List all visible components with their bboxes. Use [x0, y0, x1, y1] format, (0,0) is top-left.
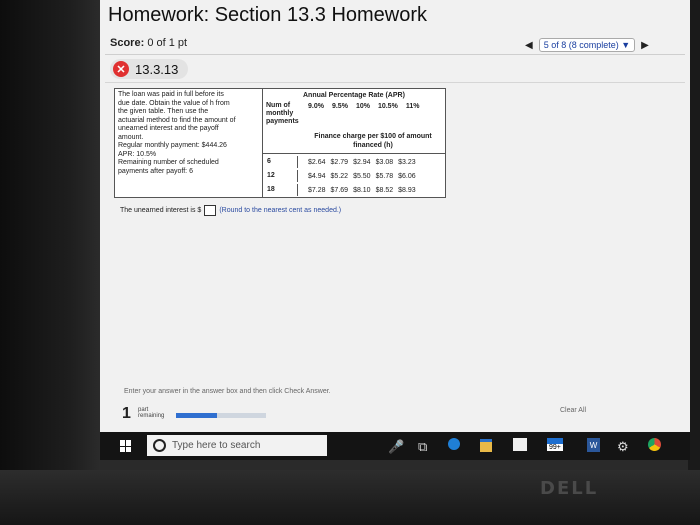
score-display: Score: 0 of 1 pt — [110, 37, 187, 49]
incorrect-x-icon: ✕ — [113, 61, 129, 77]
edge-browser-icon[interactable] — [448, 438, 460, 450]
settings-gear-icon[interactable]: ⚙ — [617, 439, 629, 455]
table-cell: $2.79 — [330, 158, 349, 166]
score-label: Score: — [110, 37, 145, 49]
table-cell: $8.52 — [375, 186, 394, 194]
table-row: 6 $2.64 $2.79 $2.94 $3.08 $3.23 — [263, 156, 446, 168]
payments-count: 12 — [263, 170, 298, 182]
table-cell: $4.94 — [308, 172, 326, 180]
table-body: 6 $2.64 $2.79 $2.94 $3.08 $3.23 12 $4.94… — [263, 153, 446, 198]
table-cell: $6.06 — [398, 172, 416, 180]
next-question-icon[interactable]: ▶ — [641, 40, 649, 51]
page-title: Homework: Section 13.3 Homework — [108, 4, 428, 26]
header-divider — [105, 54, 685, 55]
problem-line: the given table. Then use the — [118, 108, 209, 115]
task-view-icon[interactable]: ⧉ — [418, 439, 427, 455]
table-cell: $3.08 — [375, 158, 394, 166]
mail-unread-badge: 99+ — [547, 444, 563, 451]
windows-taskbar: Type here to search 🎤 ⧉ 99+ W ⚙ — [100, 432, 690, 460]
clear-all-button[interactable]: Clear All — [560, 407, 586, 414]
table-row: 12 $4.94 $5.22 $5.50 $5.78 $6.06 — [263, 170, 446, 182]
problem-line: due date. Obtain the value of h from — [118, 99, 230, 107]
table-cell: $8.10 — [353, 186, 371, 194]
question-header: ✕ 13.3.13 — [110, 59, 189, 79]
finance-charge-header: Finance charge per $100 of amount financ… — [303, 133, 443, 150]
unearned-interest-input[interactable] — [204, 205, 217, 216]
apr-rate: 9.0% — [308, 103, 324, 110]
microphone-icon[interactable]: 🎤 — [388, 439, 404, 455]
homework-window: Homework: Section 13.3 Homework Score: 0… — [100, 0, 690, 432]
apr-rate-headers: 9.0% 9.5% 10% 10.5% 11% — [308, 103, 419, 110]
taskbar-search-placeholder: Type here to search — [172, 440, 261, 451]
payments-count: 18 — [263, 184, 298, 196]
answer-line: The unearned interest is $ (Round to the… — [120, 205, 341, 216]
finance-charge-header-line: Finance charge per $100 of amount — [314, 133, 432, 140]
parts-remaining-count: 1 — [122, 405, 131, 422]
table-cell: $7.28 — [308, 186, 326, 194]
table-cell: $5.22 — [330, 172, 349, 180]
problem-statement: The loan was paid in full before its due… — [118, 91, 261, 176]
problem-line: Remaining number of scheduled — [118, 159, 219, 166]
windows-start-icon[interactable] — [120, 440, 132, 452]
problem-line: The loan was paid in full before its — [118, 91, 224, 98]
table-cell: $3.23 — [398, 158, 416, 166]
table-cell: $5.50 — [353, 172, 371, 180]
word-app-icon[interactable]: W — [587, 438, 600, 452]
problem-line: payments after payoff: 6 — [118, 167, 193, 175]
problem-line: unearned interest and the payoff — [118, 125, 219, 132]
taskbar-search-box[interactable]: Type here to search — [147, 435, 327, 456]
table-cell: $8.93 — [398, 186, 416, 194]
table-cell: $2.94 — [353, 158, 371, 166]
table-row: 18 $7.28 $7.69 $8.10 $8.52 $8.93 — [263, 184, 446, 196]
question-navigator: ◀ 5 of 8 (8 complete) ▼ ▶ — [525, 38, 649, 52]
apr-rate: 10.5% — [377, 103, 398, 110]
answer-prefix: The unearned interest is $ — [120, 207, 202, 214]
table-cell: $7.69 — [330, 186, 349, 194]
search-icon — [153, 439, 166, 452]
answer-instructions: Enter your answer in the answer box and … — [124, 388, 331, 395]
problem-panel: The loan was paid in full before its due… — [114, 88, 446, 198]
apr-rate: 10% — [355, 103, 370, 110]
monitor-bezel-left — [0, 0, 100, 525]
parts-remaining-label: part remaining — [138, 407, 164, 419]
table-cell: $2.64 — [308, 158, 326, 166]
parts-remaining-label-line: remaining — [138, 413, 165, 419]
num-payments-header-line: monthly — [266, 110, 294, 117]
monitor-brand-logo: DELL — [540, 478, 599, 499]
problem-line: Regular monthly payment: $444.26 — [118, 142, 227, 149]
question-progress-dropdown[interactable]: 5 of 8 (8 complete) ▼ — [538, 38, 636, 52]
question-divider — [105, 82, 685, 83]
finance-charge-header-line: financed (h) — [353, 141, 393, 149]
problem-line: APR: 10.5% — [118, 150, 157, 158]
parts-progress-bar — [176, 413, 217, 418]
question-number: 13.3.13 — [135, 61, 179, 77]
question-progress-text: 5 of 8 (8 complete) — [543, 40, 619, 50]
num-payments-header-line: Num of — [266, 102, 291, 109]
table-cell: $5.78 — [375, 172, 394, 180]
num-payments-header-line: payments — [266, 118, 299, 125]
file-explorer-icon[interactable] — [480, 439, 492, 452]
score-value: 0 of 1 pt — [147, 37, 188, 49]
parts-progress-track — [217, 413, 266, 418]
apr-header: Annual Percentage Rate (APR) — [303, 92, 405, 99]
finance-charge-table: Annual Percentage Rate (APR) Num of mont… — [262, 89, 446, 197]
store-icon[interactable] — [513, 438, 527, 451]
problem-line: amount. — [118, 133, 144, 141]
num-payments-header: Num of monthly payments — [266, 102, 299, 126]
chrome-browser-icon[interactable] — [648, 438, 661, 451]
apr-rate: 11% — [405, 103, 420, 110]
rounding-hint: (Round to the nearest cent as needed.) — [219, 207, 342, 214]
previous-question-icon[interactable]: ◀ — [525, 40, 533, 51]
problem-line: actuarial method to find the amount of — [118, 116, 236, 124]
apr-rate: 9.5% — [331, 103, 348, 110]
payments-count: 6 — [263, 156, 298, 168]
